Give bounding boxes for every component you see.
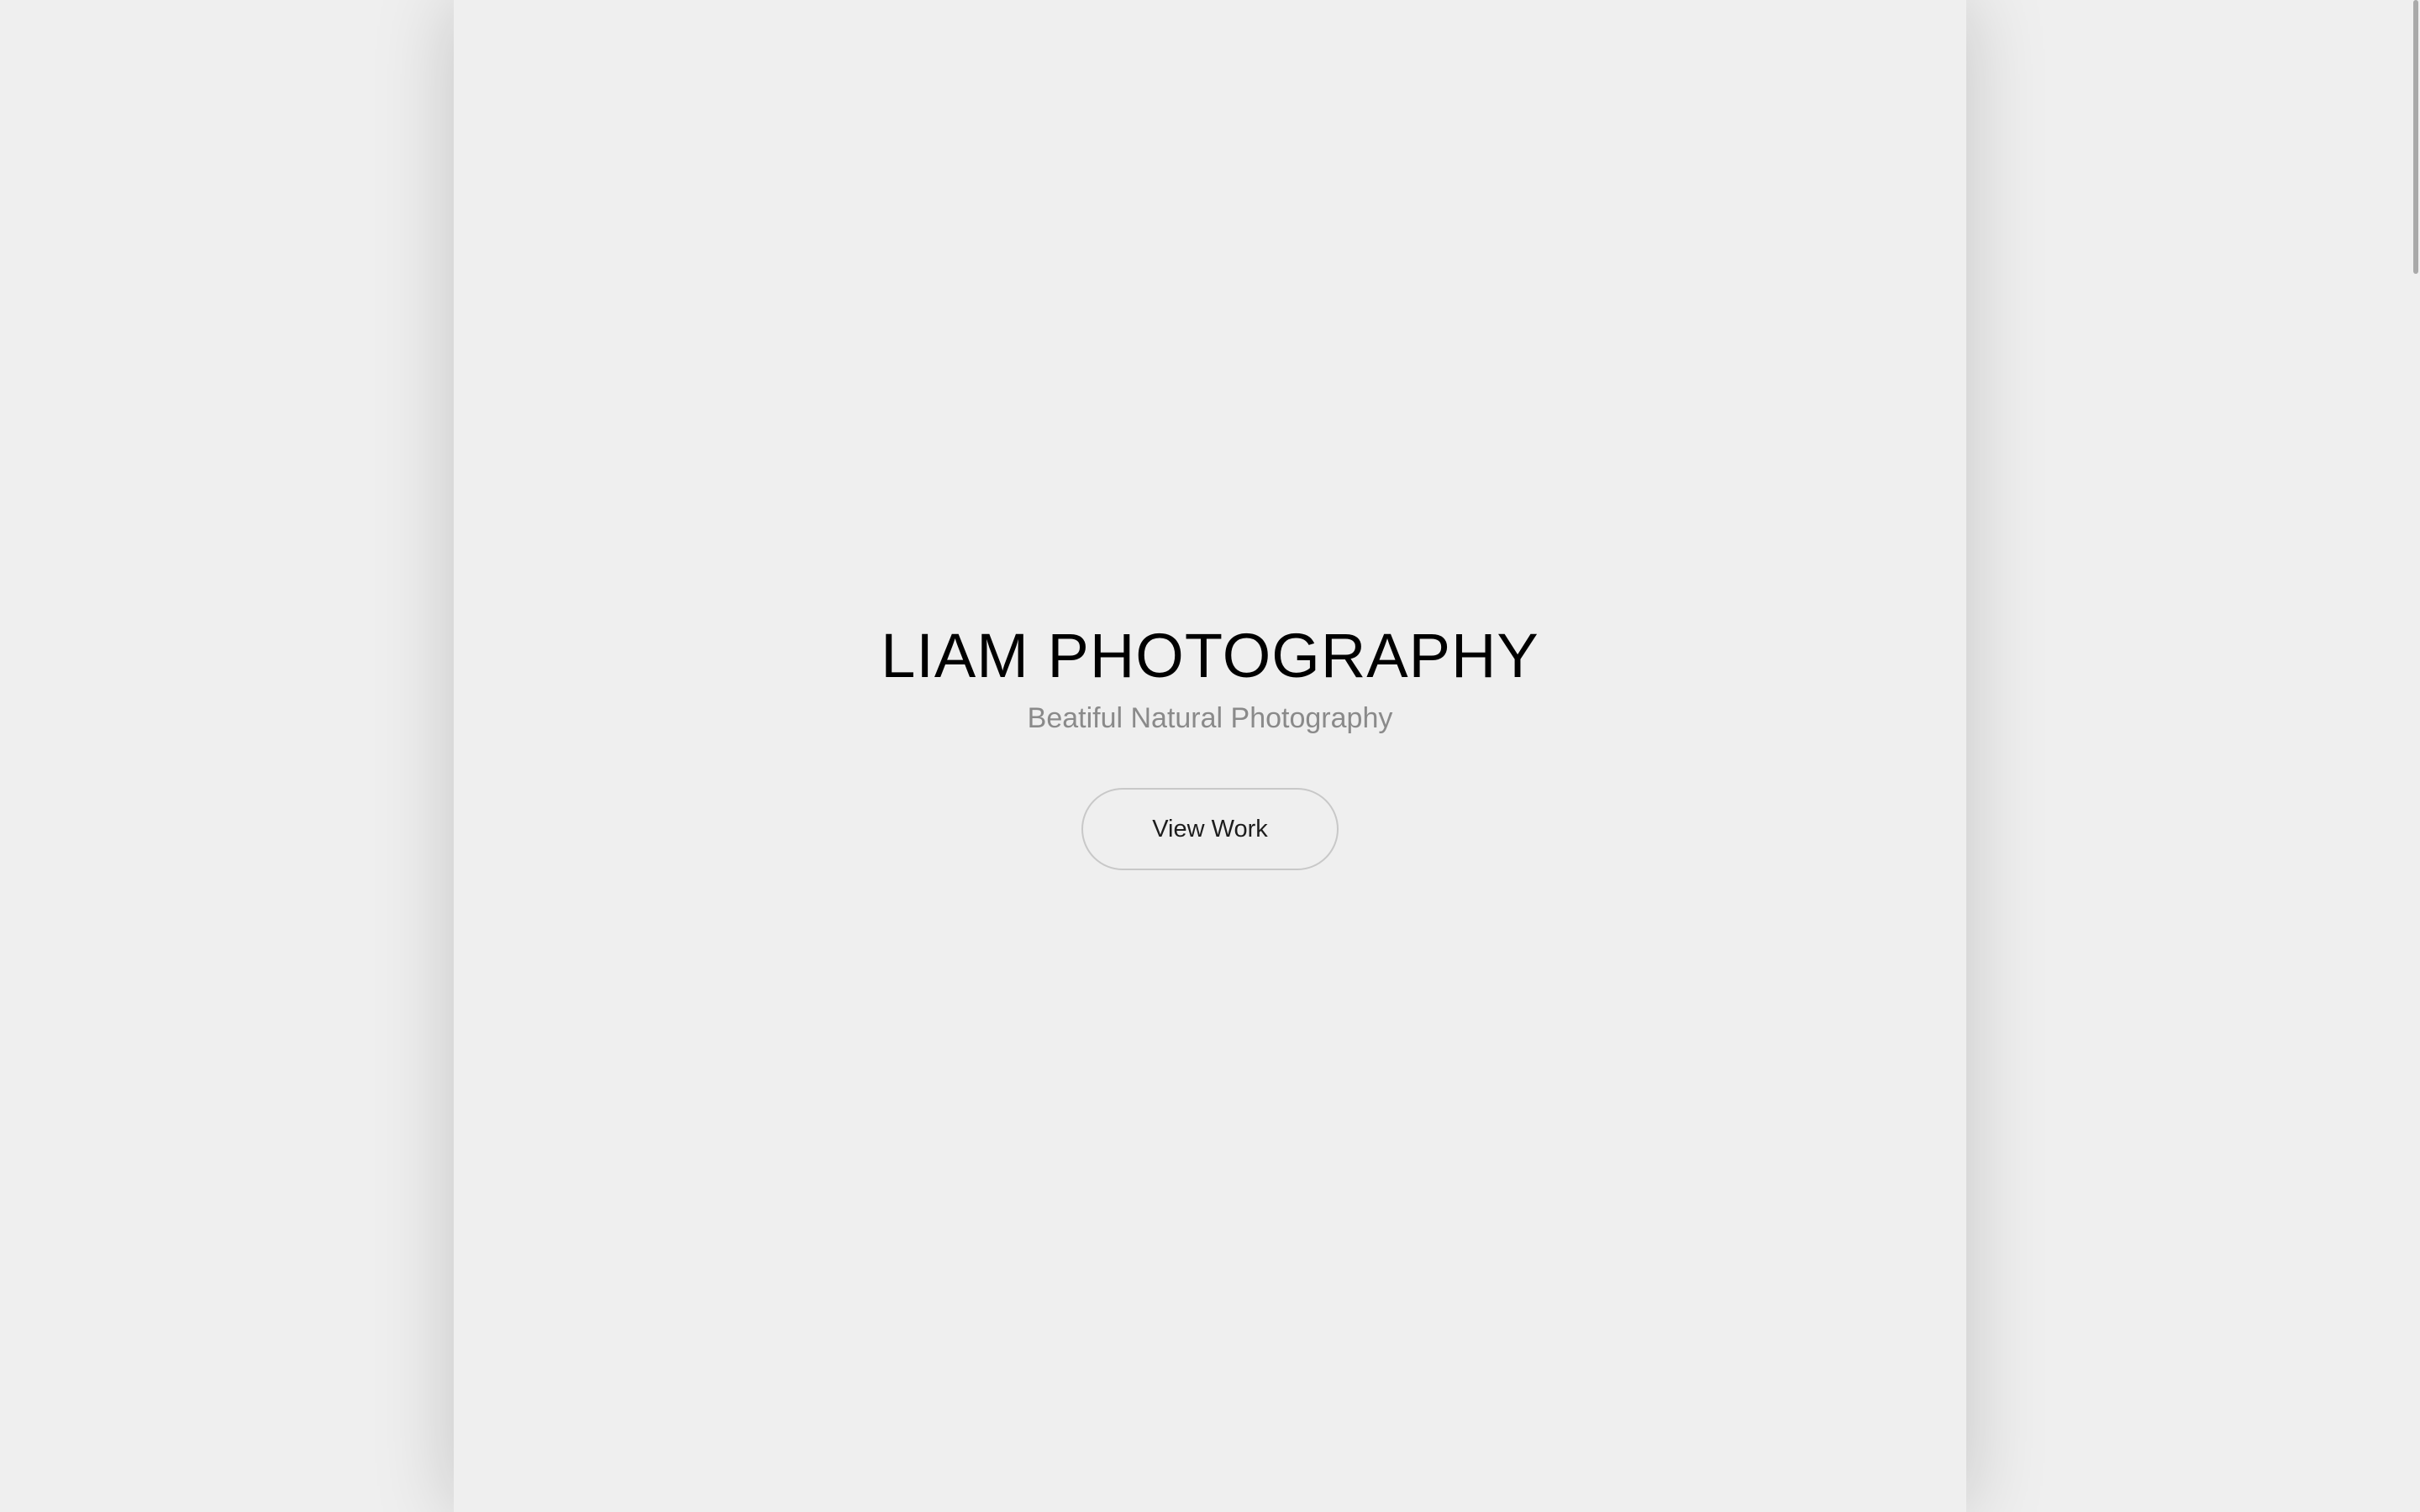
view-work-button[interactable]: View Work — [1081, 788, 1339, 871]
vertical-scrollbar[interactable] — [2410, 0, 2420, 1512]
hero-section: LIAM PHOTOGRAPHY Beatiful Natural Photog… — [454, 621, 1966, 871]
scrollbar-thumb[interactable] — [2413, 0, 2418, 274]
site-title: LIAM PHOTOGRAPHY — [881, 621, 1539, 690]
site-tagline: Beatiful Natural Photography — [1027, 702, 1393, 735]
browser-viewport: LIAM PHOTOGRAPHY Beatiful Natural Photog… — [0, 0, 2420, 1512]
page-column: LIAM PHOTOGRAPHY Beatiful Natural Photog… — [454, 0, 1966, 1512]
